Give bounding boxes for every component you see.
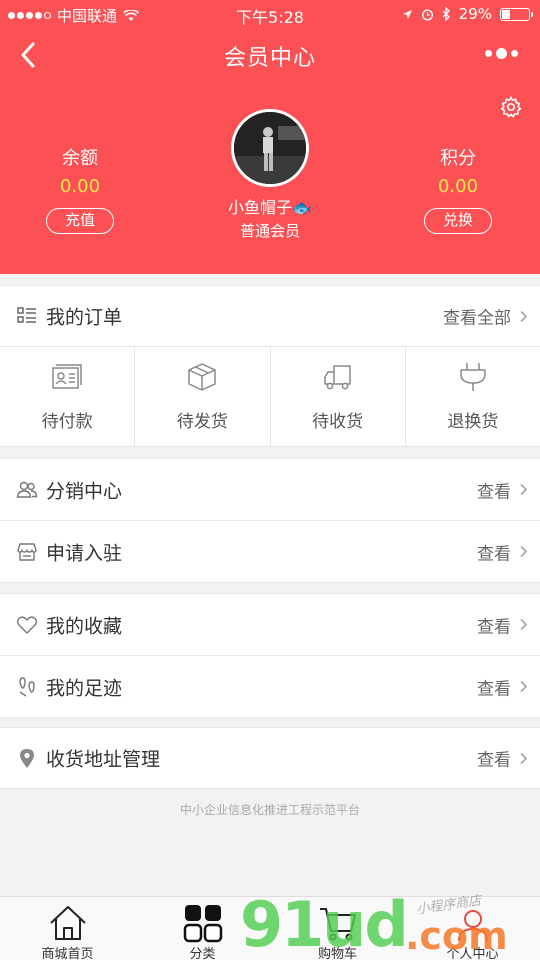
order-list-icon bbox=[17, 307, 36, 323]
tab-label: 购物车 bbox=[317, 947, 357, 960]
menu-row-favorites[interactable]: 我的收藏 查看 bbox=[0, 593, 540, 655]
grid-icon bbox=[183, 905, 222, 943]
tab-cart[interactable]: 购物车 bbox=[270, 897, 405, 960]
tab-label: 商城首页 bbox=[41, 947, 94, 960]
order-status-return[interactable]: 退换货 bbox=[406, 347, 540, 446]
order-status-label: 待收货 bbox=[312, 412, 364, 432]
footer-text: 中小企业信息化推进工程示范平台 bbox=[179, 803, 360, 817]
card-icon bbox=[52, 364, 82, 389]
location-icon bbox=[20, 749, 34, 768]
location-arrow-icon bbox=[402, 9, 412, 19]
tab-home[interactable]: 商城首页 bbox=[0, 897, 135, 960]
person-icon bbox=[457, 910, 488, 942]
menu-row-footprints[interactable]: 我的足迹 查看 bbox=[0, 656, 540, 718]
battery-icon bbox=[500, 7, 533, 21]
view-all-orders[interactable]: 查看全部 bbox=[443, 304, 528, 329]
points-block: 积分 0.00 兑换 bbox=[398, 146, 518, 234]
exchange-button[interactable]: 兑换 bbox=[424, 208, 492, 234]
view-link[interactable]: 查看 bbox=[477, 477, 511, 502]
order-status-pending-payment[interactable]: 待付款 bbox=[0, 347, 136, 446]
profile-header: 中国联通 下午5:28 29% 会员中心 余额 0.00 充值 小鱼帽子🐟 普通… bbox=[0, 0, 540, 274]
menu-row-label: 分销中心 bbox=[46, 480, 123, 502]
users-icon bbox=[16, 481, 38, 498]
view-link[interactable]: 查看 bbox=[477, 612, 511, 637]
menu-row-distribution[interactable]: 分销中心 查看 bbox=[0, 458, 540, 520]
view-all-label: 查看全部 bbox=[443, 308, 511, 329]
view-link[interactable]: 查看 bbox=[477, 539, 511, 564]
tab-profile[interactable]: 个人中心 bbox=[405, 897, 540, 960]
status-bar: 中国联通 下午5:28 29% bbox=[0, 0, 540, 28]
order-status-pending-receipt[interactable]: 待收货 bbox=[271, 347, 406, 446]
my-orders-label: 我的订单 bbox=[46, 306, 123, 329]
tab-label: 分类 bbox=[189, 947, 216, 960]
menu-row-apply[interactable]: 申请入驻 查看 bbox=[0, 521, 540, 583]
balance-label: 余额 bbox=[62, 148, 98, 169]
points-value: 0.00 bbox=[437, 176, 479, 197]
shop-icon bbox=[17, 542, 37, 561]
chevron-right-icon bbox=[520, 483, 528, 496]
avatar[interactable] bbox=[231, 109, 309, 187]
box-icon bbox=[188, 363, 217, 391]
order-status-grid: 待付款 待发货 待收货 退换货 bbox=[0, 347, 540, 447]
footprint-icon bbox=[19, 676, 35, 697]
tab-category[interactable]: 分类 bbox=[135, 897, 270, 960]
menu-row-label: 我的足迹 bbox=[46, 677, 123, 699]
chevron-right-icon bbox=[520, 545, 528, 558]
points-label: 积分 bbox=[440, 148, 476, 169]
order-status-label: 待付款 bbox=[41, 412, 93, 432]
home-icon bbox=[49, 906, 86, 940]
bluetooth-icon bbox=[442, 7, 450, 21]
alarm-icon bbox=[421, 8, 433, 21]
bottom-tab-bar: 商城首页 分类 购物车 个人中心 bbox=[0, 896, 540, 960]
heart-icon bbox=[16, 615, 38, 634]
menu-row-label: 申请入驻 bbox=[46, 542, 123, 564]
truck-icon bbox=[323, 365, 351, 390]
settings-gear-icon[interactable] bbox=[500, 96, 522, 118]
plug-icon bbox=[460, 363, 486, 391]
chevron-right-icon bbox=[520, 310, 528, 322]
chevron-right-icon bbox=[520, 618, 528, 631]
menu-row-address[interactable]: 收货地址管理 查看 bbox=[0, 727, 540, 789]
my-orders-row[interactable]: 我的订单 查看全部 bbox=[0, 285, 540, 347]
nav-bar: 会员中心 bbox=[0, 28, 540, 82]
tab-label: 个人中心 bbox=[446, 947, 499, 960]
view-link[interactable]: 查看 bbox=[477, 674, 511, 699]
order-status-pending-shipment[interactable]: 待发货 bbox=[135, 347, 271, 446]
menu-row-label: 我的收藏 bbox=[46, 615, 123, 637]
order-status-label: 待发货 bbox=[176, 412, 228, 432]
battery-percent: 29% bbox=[458, 5, 492, 23]
cart-icon bbox=[319, 908, 356, 941]
view-link[interactable]: 查看 bbox=[477, 746, 511, 771]
chevron-right-icon bbox=[520, 680, 528, 693]
order-status-label: 退换货 bbox=[447, 412, 499, 432]
more-options-icon[interactable] bbox=[485, 48, 518, 59]
page-title: 会员中心 bbox=[223, 46, 316, 71]
chevron-right-icon bbox=[520, 752, 528, 764]
menu-row-label: 收货地址管理 bbox=[46, 748, 161, 771]
